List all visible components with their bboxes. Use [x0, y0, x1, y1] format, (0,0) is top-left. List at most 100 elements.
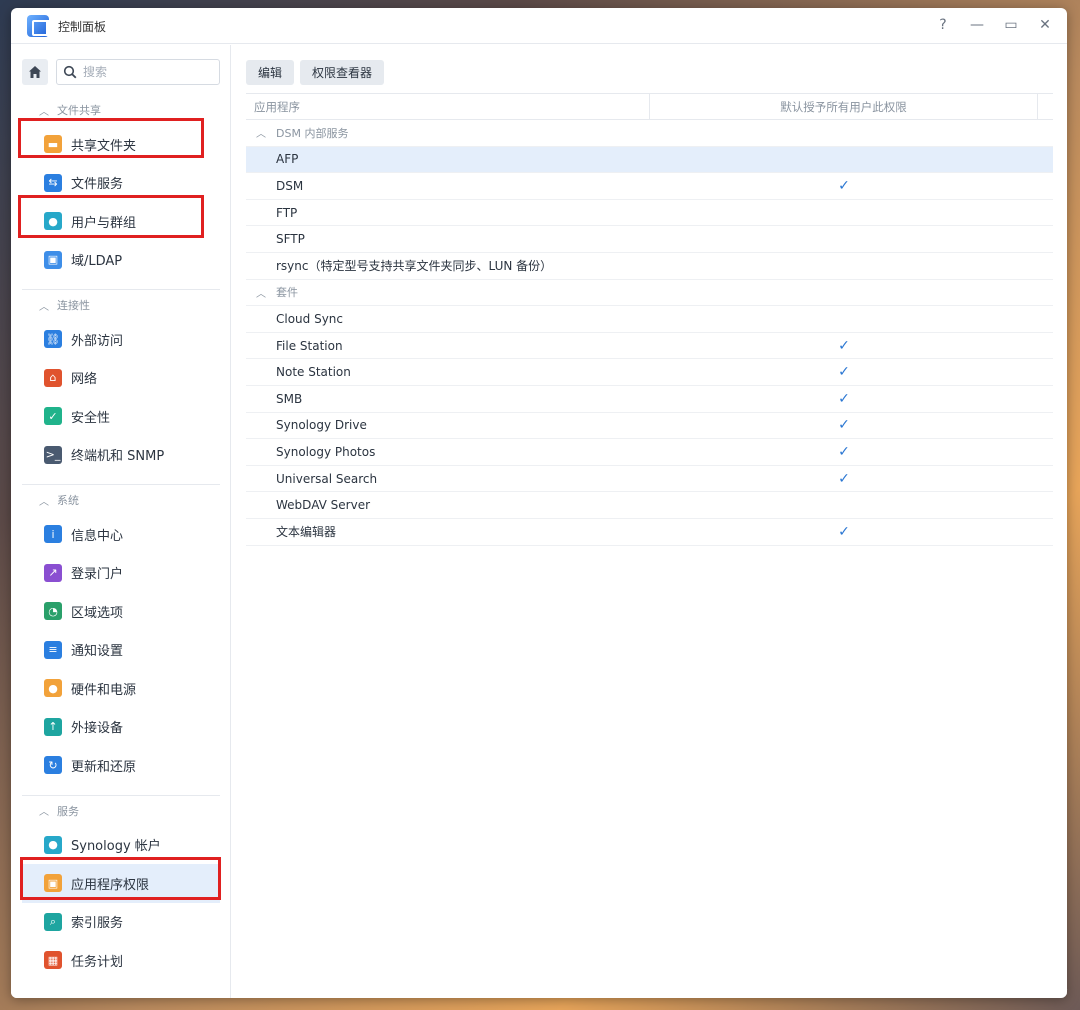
table-row[interactable]: Cloud Sync — [246, 306, 1053, 333]
terminal-icon: >_ — [44, 445, 62, 464]
sidebar-item[interactable]: ⇆ 文件服务 — [22, 164, 220, 203]
sidebar-group-label: 系统 — [57, 494, 79, 507]
sidebar-item[interactable]: ✓ 安全性 — [22, 397, 220, 436]
sidebar-item[interactable]: ⌂ 网络 — [22, 359, 220, 398]
lock-icon: ▣ — [44, 874, 62, 893]
sidebar-item[interactable]: ● 用户与群组 — [22, 202, 220, 241]
watermark-logo: 值 — [966, 977, 987, 998]
checkmark-icon: ✓ — [838, 417, 850, 434]
sidebar-group-label: 文件共享 — [57, 104, 101, 117]
chevron-up-icon: ︿ — [39, 301, 49, 313]
column-header-permission[interactable]: 默认授予所有用户此权限 — [650, 94, 1038, 119]
section-label: 套件 — [276, 286, 298, 300]
sidebar-item-label: 共享文件夹 — [71, 138, 137, 154]
app-name-cell: FTP — [276, 205, 298, 220]
table-row[interactable]: Synology Photos ✓ — [246, 439, 1053, 466]
help-icon[interactable]: ? — [935, 16, 951, 34]
file-services-icon: ⇆ — [44, 173, 62, 192]
sidebar-group-label: 连接性 — [57, 299, 90, 312]
main-panel: 编辑 权限查看器 应用程序 默认授予所有用户此权限 ︿ DSM 内部服务 AFP DS… — [232, 45, 1067, 998]
search-icon — [63, 65, 77, 79]
sidebar: ︿ 文件共享 ▬ 共享文件夹 ⇆ 文件服务 ● 用户与群组 ▣ 域/LDAP ︿ 连接性 ⛓ 外部访问 ⌂ 网… — [11, 45, 231, 998]
checkmark-icon: ✓ — [838, 177, 850, 194]
search-box[interactable] — [56, 59, 220, 85]
sidebar-item-label: 域/LDAP — [71, 254, 123, 270]
sidebar-group-header[interactable]: ︿ 服务 — [11, 796, 231, 826]
permission-cell: ✓ — [650, 338, 1038, 354]
table-section-header[interactable]: ︿ DSM 内部服务 — [246, 120, 1053, 147]
sidebar-item[interactable]: ▣ 应用程序权限 — [22, 864, 220, 903]
table-header: 应用程序 默认授予所有用户此权限 — [246, 93, 1053, 120]
checkmark-icon: ✓ — [838, 337, 850, 354]
table-row[interactable]: SMB ✓ — [246, 386, 1053, 413]
permission-viewer-button[interactable]: 权限查看器 — [300, 60, 385, 85]
sidebar-item[interactable]: ↻ 更新和还原 — [22, 746, 220, 785]
sidebar-item[interactable]: ⛓ 外部访问 — [22, 320, 220, 359]
folder-icon: ▬ — [44, 135, 62, 154]
sidebar-item[interactable]: i 信息中心 — [22, 515, 220, 554]
search-input[interactable] — [83, 65, 213, 79]
app-name-cell: Synology Drive — [276, 418, 367, 433]
sidebar-item[interactable]: ▬ 共享文件夹 — [22, 125, 220, 164]
app-name-cell: Universal Search — [276, 471, 378, 486]
network-house-icon: ⌂ — [44, 368, 62, 387]
app-name-cell: DSM — [276, 178, 304, 193]
checkmark-icon: ✓ — [838, 523, 850, 540]
close-icon[interactable]: ✕ — [1037, 16, 1053, 34]
app-name-cell: File Station — [276, 338, 343, 353]
table-row[interactable]: Universal Search ✓ — [246, 466, 1053, 493]
sidebar-group-header[interactable]: ︿ 文件共享 — [11, 95, 231, 125]
table-row[interactable]: File Station ✓ — [246, 333, 1053, 360]
minimize-icon[interactable]: — — [969, 16, 985, 34]
maximize-icon[interactable]: ▭ — [1003, 16, 1019, 34]
shield-icon: ✓ — [44, 407, 62, 426]
sidebar-item[interactable]: >_ 终端机和 SNMP — [22, 436, 220, 475]
sidebar-item[interactable]: ⌕ 索引服务 — [22, 903, 220, 942]
app-name-cell: AFP — [276, 152, 299, 167]
table-section-header[interactable]: ︿ 套件 — [246, 280, 1053, 307]
app-name-cell: SFTP — [276, 232, 305, 247]
sidebar-item[interactable]: ▣ 域/LDAP — [22, 241, 220, 280]
permission-cell: ✓ — [650, 444, 1038, 460]
table-row[interactable]: FTP — [246, 200, 1053, 227]
sidebar-group-header[interactable]: ︿ 连接性 — [11, 290, 231, 320]
control-panel-app-icon — [27, 15, 51, 37]
table-row[interactable]: Synology Drive ✓ — [246, 413, 1053, 440]
region-icon: ◔ — [44, 602, 62, 621]
sidebar-item-label: 外部访问 — [71, 333, 124, 349]
update-icon: ↻ — [44, 756, 62, 775]
checkmark-icon: ✓ — [838, 364, 850, 381]
table-row[interactable]: DSM ✓ — [246, 173, 1053, 200]
toolbar: 编辑 权限查看器 — [246, 60, 385, 85]
table-row[interactable]: WebDAV Server — [246, 492, 1053, 519]
chevron-up-icon: ︿ — [39, 106, 49, 118]
permission-cell: ✓ — [650, 364, 1038, 380]
sidebar-item[interactable]: ↑ 外接设备 — [22, 708, 220, 747]
home-button[interactable] — [22, 59, 48, 85]
edit-button[interactable]: 编辑 — [246, 60, 295, 85]
table-row[interactable]: AFP — [246, 146, 1053, 174]
table-row[interactable]: rsync（特定型号支持共享文件夹同步、LUN 备份） — [246, 253, 1053, 280]
sidebar-item[interactable]: ◔ 区域选项 — [22, 592, 220, 631]
watermark-text: 什么值得买 — [992, 979, 1068, 997]
column-header-app[interactable]: 应用程序 — [246, 94, 650, 119]
sidebar-group-header[interactable]: ︿ 系统 — [11, 485, 231, 515]
calendar-icon: ▦ — [44, 951, 62, 970]
permission-cell: ✓ — [650, 417, 1038, 433]
checkmark-icon: ✓ — [838, 443, 850, 460]
sidebar-item[interactable]: ≡ 通知设置 — [22, 631, 220, 670]
watermark: 值 什么值得买 — [966, 977, 1068, 998]
table-row[interactable]: Note Station ✓ — [246, 359, 1053, 386]
sidebar-item-label: 信息中心 — [71, 528, 124, 544]
chevron-up-icon: ︿ — [256, 288, 266, 300]
sidebar-item[interactable]: ▦ 任务计划 — [22, 941, 220, 980]
permission-cell: ✓ — [650, 178, 1038, 194]
table-row[interactable]: SFTP — [246, 226, 1053, 253]
sidebar-item[interactable]: ● 硬件和电源 — [22, 669, 220, 708]
title-bar: 控制面板 ? — ▭ ✕ — [11, 8, 1067, 44]
app-name-cell: SMB — [276, 391, 303, 406]
sidebar-item[interactable]: ↗ 登录门户 — [22, 554, 220, 593]
external-access-icon: ⛓ — [44, 330, 62, 349]
sidebar-item[interactable]: ● Synology 帐户 — [22, 826, 220, 865]
table-row[interactable]: 文本编辑器 ✓ — [246, 519, 1053, 546]
